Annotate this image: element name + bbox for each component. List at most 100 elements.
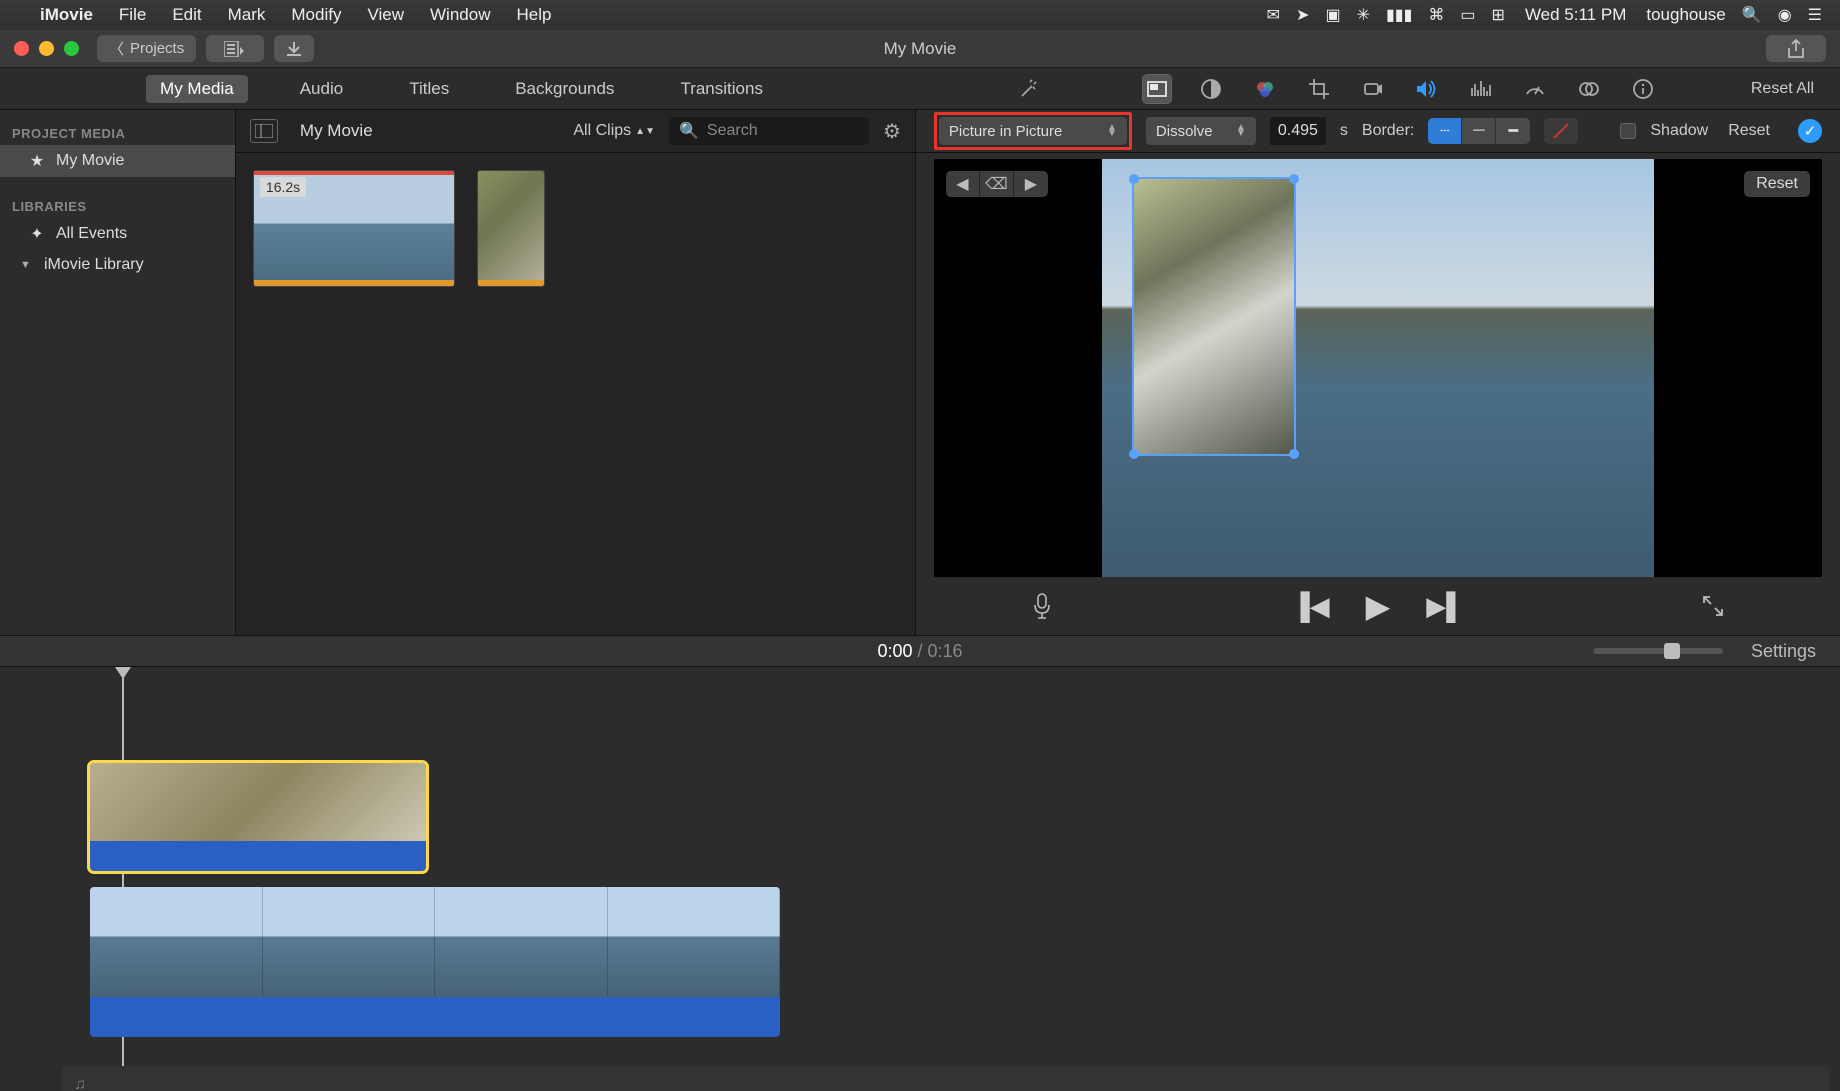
timeline-zoom-slider[interactable]	[1593, 648, 1723, 654]
timeline-overlay-clip[interactable]	[90, 763, 426, 871]
speed-icon[interactable]	[1521, 75, 1549, 103]
search-icon: 🔍	[679, 121, 699, 141]
crop-icon[interactable]	[1305, 75, 1333, 103]
library-list-button[interactable]	[206, 35, 264, 62]
battery2-menubar-icon[interactable]: ▭	[1460, 5, 1475, 25]
tab-backgrounds[interactable]: Backgrounds	[501, 75, 628, 103]
color-correction-icon[interactable]	[1251, 75, 1279, 103]
media-clip-1[interactable]: 16.2s	[254, 171, 454, 286]
border-color-button[interactable]	[1544, 118, 1578, 144]
tab-transitions[interactable]: Transitions	[666, 75, 777, 103]
overlay-mode-dropdown[interactable]: Picture in Picture ▲▼	[939, 117, 1127, 145]
preview-undo-button[interactable]: ⌫	[980, 171, 1014, 197]
tab-my-media[interactable]: My Media	[146, 75, 248, 103]
prev-frame-button[interactable]: ▐◀	[1291, 591, 1329, 622]
volume-icon[interactable]	[1413, 75, 1441, 103]
tab-titles[interactable]: Titles	[395, 75, 463, 103]
transition-dropdown[interactable]: Dissolve ▲▼	[1146, 117, 1256, 145]
close-window-button[interactable]	[14, 41, 29, 56]
location-menubar-icon[interactable]: ➤	[1296, 5, 1309, 25]
movie-icon: ★	[28, 151, 46, 171]
browser-settings-button[interactable]: ⚙	[883, 119, 901, 144]
file-menu[interactable]: File	[119, 5, 146, 25]
bluetooth-menubar-icon[interactable]: ✳︎	[1357, 5, 1370, 25]
clip-filter-icon[interactable]	[1575, 75, 1603, 103]
sidebar-item-imovie-library[interactable]: ▼ iMovie Library	[0, 250, 235, 280]
shadow-checkbox[interactable]	[1620, 123, 1636, 139]
timeline-primary-clip[interactable]	[90, 887, 780, 1037]
stabilization-icon[interactable]	[1359, 75, 1387, 103]
play-button[interactable]: ▶	[1366, 587, 1391, 625]
next-frame-button[interactable]: ▶▌	[1426, 591, 1464, 622]
user-menu[interactable]: toughouse	[1646, 5, 1725, 25]
battery-menubar-icon[interactable]: ▮▮▮	[1386, 5, 1412, 25]
siri-icon[interactable]: ◉	[1778, 5, 1792, 25]
help-menu[interactable]: Help	[516, 5, 551, 25]
app-menu[interactable]: iMovie	[40, 5, 93, 25]
import-button[interactable]	[274, 35, 314, 62]
chevron-updown-icon: ▲▼	[1107, 125, 1117, 137]
apply-button[interactable]: ✓	[1798, 119, 1822, 143]
window-controls	[14, 41, 79, 56]
preview-prev-button[interactable]: ◀	[946, 171, 980, 197]
spotlight-icon[interactable]: 🔍	[1742, 5, 1762, 25]
timeline-header: 0:00 / 0:16 Settings	[0, 635, 1840, 667]
back-to-projects-button[interactable]: 〈 Projects	[97, 35, 196, 62]
voiceover-button[interactable]	[1032, 592, 1052, 620]
border-none-button[interactable]: ┄	[1428, 118, 1462, 144]
view-menu[interactable]: View	[367, 5, 404, 25]
clip-video-thumbnail	[90, 763, 426, 841]
window-menu[interactable]: Window	[430, 5, 490, 25]
resize-handle-tl[interactable]	[1129, 174, 1139, 184]
slider-knob[interactable]	[1664, 643, 1680, 659]
zoom-window-button[interactable]	[64, 41, 79, 56]
preview-canvas[interactable]	[1102, 159, 1654, 577]
inspector-tabs: Reset All	[923, 75, 1840, 103]
music-track-well[interactable]: ♫	[62, 1066, 1830, 1091]
resize-handle-br[interactable]	[1289, 449, 1299, 459]
timeline-settings-button[interactable]: Settings	[1751, 641, 1816, 662]
clock[interactable]: Wed 5:11 PM	[1525, 5, 1626, 25]
noise-reduction-icon[interactable]	[1467, 75, 1495, 103]
reset-all-button[interactable]: Reset All	[1751, 80, 1814, 98]
border-thick-button[interactable]: ━	[1496, 118, 1530, 144]
transition-duration-field[interactable]: 0.495	[1270, 117, 1326, 145]
sidebar-item-all-events[interactable]: ✦ All Events	[0, 218, 235, 250]
reset-overlay-button[interactable]: Reset	[1728, 122, 1770, 140]
resize-handle-tr[interactable]	[1289, 174, 1299, 184]
border-thin-button[interactable]: ─	[1462, 118, 1496, 144]
edit-menu[interactable]: Edit	[172, 5, 201, 25]
wechat-menubar-icon[interactable]: ✉︎	[1267, 5, 1280, 25]
input-menubar-icon[interactable]: ⊞	[1492, 5, 1505, 25]
wifi-menubar-icon[interactable]: ⌘	[1428, 5, 1444, 25]
window-title: My Movie	[884, 39, 957, 59]
media-clip-2[interactable]	[478, 171, 544, 286]
preview-viewer[interactable]: ◀ ⌫ ▶ Reset	[934, 159, 1822, 577]
tab-audio[interactable]: Audio	[286, 75, 357, 103]
minimize-window-button[interactable]	[39, 41, 54, 56]
border-width-segmented: ┄ ─ ━	[1428, 118, 1530, 144]
preview-next-button[interactable]: ▶	[1014, 171, 1048, 197]
control-center-icon[interactable]: ☰	[1808, 5, 1822, 25]
sidebar-item-my-movie[interactable]: ★ My Movie	[0, 145, 235, 177]
search-input[interactable]: 🔍 Search	[669, 117, 869, 145]
preview-reset-button[interactable]: Reset	[1744, 171, 1810, 197]
clip-filter-dropdown[interactable]: All Clips ▲▼	[573, 122, 655, 140]
info-icon[interactable]	[1629, 75, 1657, 103]
share-button[interactable]	[1766, 35, 1826, 62]
toggle-sidebar-button[interactable]	[250, 119, 278, 143]
sidebar: PROJECT MEDIA ★ My Movie LIBRARIES ✦ All…	[0, 110, 236, 635]
pip-overlay-clip[interactable]	[1134, 179, 1294, 454]
auto-enhance-icon[interactable]	[1015, 75, 1043, 103]
timeline[interactable]: ♫	[0, 667, 1840, 1091]
display-menubar-icon[interactable]: ▣	[1325, 5, 1340, 25]
disclosure-triangle-icon[interactable]: ▼	[20, 259, 30, 271]
transport-controls: ▐◀ ▶ ▶▌	[916, 577, 1840, 635]
mark-menu[interactable]: Mark	[228, 5, 266, 25]
overlay-settings-icon[interactable]	[1143, 75, 1171, 103]
resize-handle-bl[interactable]	[1129, 449, 1139, 459]
color-balance-icon[interactable]	[1197, 75, 1225, 103]
modify-menu[interactable]: Modify	[291, 5, 341, 25]
content-tabs-row: My Media Audio Titles Backgrounds Transi…	[0, 68, 1840, 110]
fullscreen-button[interactable]	[1702, 595, 1724, 617]
